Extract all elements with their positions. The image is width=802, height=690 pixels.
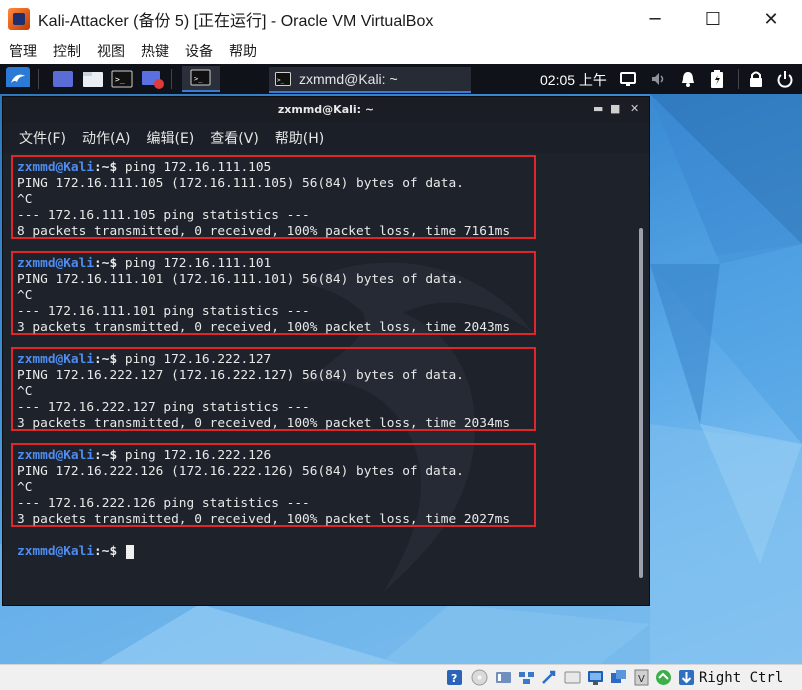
output-line: ^C: [17, 384, 33, 399]
prompt-line: zxmmd@Kali:~$ ping 172.16.222.127: [17, 352, 271, 368]
shared-folders-icon[interactable]: [564, 669, 581, 686]
terminal-icon: >_: [275, 72, 291, 86]
file-manager-icon[interactable]: [82, 69, 104, 89]
output-line: PING 172.16.111.101 (172.16.111.101) 56(…: [17, 272, 464, 287]
kali-panel: >_ >_ >_ zxmmd@Kali: ~ 02:05 上午: [0, 64, 802, 94]
prompt-line: zxmmd@Kali:~$ ping 172.16.222.126: [17, 448, 271, 464]
output-line: PING 172.16.222.126 (172.16.222.126) 56(…: [17, 464, 464, 479]
prompt-line: zxmmd@Kali:~$ ping 172.16.111.105: [17, 160, 271, 176]
cpu-icon[interactable]: V: [633, 669, 650, 686]
display-icon[interactable]: [620, 71, 636, 91]
command-text: ping 172.16.111.105: [117, 160, 272, 175]
svg-text:?: ?: [451, 672, 457, 685]
menu-devices[interactable]: 设备: [176, 41, 220, 61]
output-line: --- 172.16.222.126 ping statistics ---: [17, 496, 310, 511]
notification-bell-icon[interactable]: [680, 70, 696, 90]
prompt-user: zxmmd@Kali: [17, 160, 95, 175]
audio-icon[interactable]: [495, 669, 512, 686]
maximize-button[interactable]: ☐: [684, 0, 742, 38]
output-line: ^C: [17, 192, 33, 207]
prompt-suffix: :~$: [94, 160, 118, 175]
volume-icon[interactable]: [650, 71, 668, 91]
terminal-close-button[interactable]: ✕: [630, 102, 639, 115]
output-line: --- 172.16.111.105 ping statistics ---: [17, 208, 310, 223]
text-cursor: [125, 544, 134, 559]
usb-icon[interactable]: [540, 669, 557, 686]
prompt-line: zxmmd@Kali:~$: [17, 544, 134, 560]
menu-hotkey[interactable]: 热键: [132, 41, 176, 61]
terminal-menubar: 文件(F) 动作(A) 编辑(E) 查看(V) 帮助(H): [3, 123, 649, 153]
mouse-integration-icon[interactable]: [678, 669, 695, 686]
prompt-user: zxmmd@Kali: [17, 448, 95, 463]
host-titlebar: Kali-Attacker (备份 5) [正在运行] - Oracle VM …: [0, 0, 802, 38]
output-line: ^C: [17, 288, 33, 303]
terminal-icon[interactable]: >_: [190, 69, 212, 89]
command-text: ping 172.16.222.126: [117, 448, 272, 463]
display-icon[interactable]: [587, 669, 604, 686]
output-line: --- 172.16.222.127 ping statistics ---: [17, 400, 310, 415]
terminal-title: zxmmd@Kali: ~: [277, 103, 375, 116]
output-line: 3 packets transmitted, 0 received, 100% …: [17, 512, 511, 527]
network-icon[interactable]: [518, 669, 535, 686]
output-line: --- 172.16.111.101 ping statistics ---: [17, 304, 310, 319]
svg-text:V: V: [638, 674, 645, 685]
host-key-label[interactable]: Right Ctrl: [699, 670, 783, 686]
menu-manage[interactable]: 管理: [0, 41, 44, 61]
output-line: PING 172.16.111.105 (172.16.111.105) 56(…: [17, 176, 464, 191]
terminal-maximize-button[interactable]: ■: [610, 102, 620, 115]
svg-text:>_: >_: [277, 77, 285, 84]
screen-recorder-icon[interactable]: [141, 69, 165, 89]
recording-icon[interactable]: [610, 669, 627, 686]
command-text: ping 172.16.222.127: [117, 352, 272, 367]
terminal-menu-view[interactable]: 查看(V): [203, 128, 268, 148]
terminal-menu-file[interactable]: 文件(F): [3, 128, 75, 148]
help-icon[interactable]: ?: [446, 669, 463, 686]
power-icon[interactable]: [776, 70, 794, 90]
guest-desktop: >_ >_ >_ zxmmd@Kali: ~ 02:05 上午 zxmmd@Ka…: [0, 64, 802, 664]
prompt-suffix: :~$: [94, 544, 118, 559]
prompt-line: zxmmd@Kali:~$ ping 172.16.111.101: [17, 256, 271, 272]
prompt-user: zxmmd@Kali: [17, 352, 95, 367]
output-line: 8 packets transmitted, 0 received, 100% …: [17, 224, 511, 239]
prompt-user: zxmmd@Kali: [17, 256, 95, 271]
kali-menu-icon[interactable]: [6, 67, 30, 87]
prompt-suffix: :~$: [94, 352, 118, 367]
menu-control[interactable]: 控制: [44, 41, 88, 61]
lock-icon[interactable]: [748, 70, 764, 90]
panel-clock[interactable]: 02:05 上午: [540, 70, 607, 90]
terminal-menu-edit[interactable]: 编辑(E): [140, 128, 204, 148]
virtualization-icon[interactable]: [655, 669, 672, 686]
terminal-icon[interactable]: >_: [111, 69, 133, 89]
menu-view[interactable]: 视图: [88, 41, 132, 61]
terminal-menu-help[interactable]: 帮助(H): [268, 128, 333, 148]
terminal-output[interactable]: zxmmd@Kali:~$ ping 172.16.111.105 PING 1…: [3, 153, 649, 605]
minimize-button[interactable]: ─: [626, 0, 684, 38]
battery-icon[interactable]: [710, 69, 724, 89]
svg-text:>_: >_: [194, 75, 203, 83]
host-menubar: 管理 控制 视图 热键 设备 帮助: [0, 38, 802, 64]
output-line: PING 172.16.222.127 (172.16.222.127) 56(…: [17, 368, 464, 383]
prompt-suffix: :~$: [94, 448, 118, 463]
close-button[interactable]: ✕: [742, 0, 800, 38]
output-line: ^C: [17, 480, 33, 495]
workspace-icon[interactable]: [52, 69, 74, 89]
output-line: 3 packets transmitted, 0 received, 100% …: [17, 320, 511, 335]
terminal-window: zxmmd@Kali: ~ ▬ ■ ✕ 文件(F) 动作(A) 编辑(E) 查看…: [2, 96, 650, 606]
output-line: 3 packets transmitted, 0 received, 100% …: [17, 416, 511, 431]
taskbar-terminal-button[interactable]: >_ zxmmd@Kali: ~: [269, 67, 471, 93]
menu-help[interactable]: 帮助: [220, 41, 264, 61]
taskbar-terminal-label: zxmmd@Kali: ~: [299, 71, 398, 87]
window-title: Kali-Attacker (备份 5) [正在运行] - Oracle VM …: [38, 13, 434, 30]
terminal-menu-actions[interactable]: 动作(A): [75, 128, 140, 148]
terminal-scrollbar-thumb[interactable]: [639, 228, 643, 578]
optical-drive-icon[interactable]: [471, 669, 488, 686]
command-text: ping 172.16.111.101: [117, 256, 272, 271]
terminal-minimize-button[interactable]: ▬: [593, 102, 603, 115]
terminal-titlebar[interactable]: zxmmd@Kali: ~ ▬ ■ ✕: [3, 97, 649, 123]
host-statusbar: ? V Right Ctrl: [0, 664, 802, 690]
svg-text:>_: >_: [115, 75, 125, 84]
prompt-suffix: :~$: [94, 256, 118, 271]
virtualbox-app-icon: [8, 8, 30, 30]
prompt-user: zxmmd@Kali: [17, 544, 95, 559]
